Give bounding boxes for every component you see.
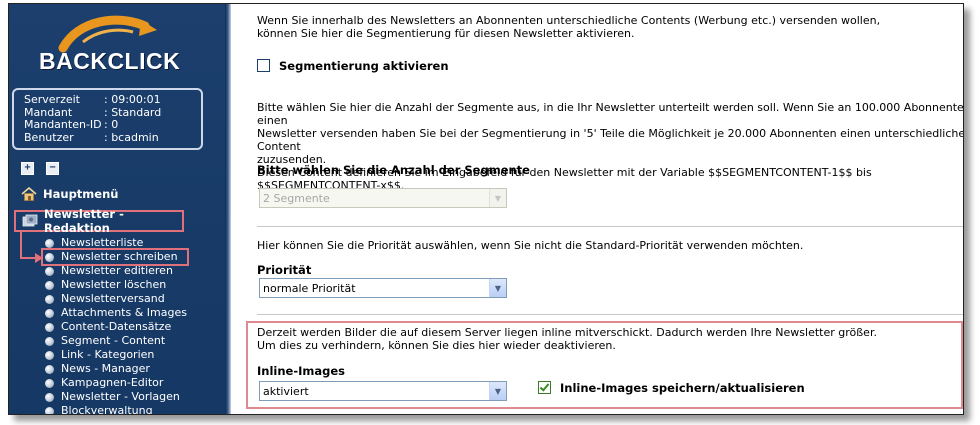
bullet-icon [45,364,54,374]
submenu-item[interactable]: Newsletterliste [45,236,187,250]
submenu-item-active[interactable]: Newsletter schreiben [41,248,189,266]
submenu-label: Newsletter schreiben [61,250,178,263]
segment-count-label: Bitte wählen Sie die Anzahl der Segmente [257,163,530,177]
submenu-item[interactable]: News - Manager [45,362,187,376]
text-line: Bitte wählen Sie hier die Anzahl der Seg… [257,101,964,127]
bullet-icon [45,322,54,332]
submenu-label: Newsletterliste [61,236,144,249]
submenu-item[interactable]: Newsletter - Vorlagen [45,390,187,404]
info-key: Benutzer [24,130,74,144]
chevron-down-icon[interactable]: ▼ [489,279,506,297]
submenu-label: Attachments & Images [61,306,187,319]
submenu-item[interactable]: Segment - Content [45,334,187,348]
submenu-item[interactable]: Content-Datensätze [45,320,187,334]
info-key: Mandanten-ID [24,118,102,131]
bullet-icon [45,336,54,346]
newsletter-section-icon [22,214,38,228]
sidebar: BACKCLICK Serverzeit : 09:00:01 Mandant … [9,4,225,414]
text-line: Newsletter versenden haben Sie bei der S… [257,127,964,153]
main-content: Wenn Sie innerhalb des Newsletters an Ab… [231,4,963,414]
info-value: : 0 [104,118,119,131]
inline-images-help: Derzeit werden Bilder die auf diesem Ser… [257,326,947,352]
select-value: aktiviert [263,384,309,398]
logo-text: BACKCLICK [39,48,181,74]
bullet-icon [45,294,54,304]
section-newsletter-redaktion[interactable]: Newsletter - Redaktion [14,207,184,235]
annotation-connector [20,232,22,258]
segment-checkbox[interactable] [257,59,270,72]
session-info-box: Serverzeit : 09:00:01 Mandant : Standard… [12,88,203,150]
backclick-logo[interactable]: BACKCLICK [23,12,193,82]
bullet-icon [45,406,54,414]
info-key: Serverzeit [24,93,80,106]
home-icon [21,186,37,201]
inline-save-checkbox[interactable] [538,381,551,394]
app-frame: BACKCLICK Serverzeit : 09:00:01 Mandant … [8,3,964,415]
segment-checkbox-label[interactable]: Segmentierung aktivieren [279,59,449,73]
inline-images-select[interactable]: aktiviert ▼ [259,381,507,401]
bullet-icon [45,266,54,276]
submenu-label: Link - Kategorien [61,348,155,361]
priority-help: Hier können Sie die Priorität auswählen,… [257,239,804,252]
segment-count-select: 2 Segmente ▼ [259,188,507,208]
text-line: Wenn Sie innerhalb des Newsletters an Ab… [257,14,881,27]
annotation-arrow-icon [35,253,43,263]
section-label: Newsletter - Redaktion [44,207,124,235]
info-mandant-id: Mandanten-ID : 0 [24,118,201,132]
divider [257,314,963,315]
submenu-item[interactable]: Newsletter löschen [45,278,187,292]
submenu-item[interactable]: Attachments & Images [45,306,187,320]
submenu-item[interactable]: Link - Kategorien [45,348,187,362]
bullet-icon [45,238,54,248]
text-line: Um dies zu verhindern, können Sie dies h… [257,339,616,352]
main-menu-label: Hauptmenü [43,187,119,201]
priority-label: Priorität [257,263,312,277]
text-line: Derzeit werden Bilder die auf diesem Ser… [257,326,877,339]
bullet-icon [45,280,54,290]
bullet-icon [45,378,54,388]
segment-intro-text: Wenn Sie innerhalb des Newsletters an Ab… [257,14,947,40]
submenu-label: Kampagnen-Editor [61,376,164,389]
chevron-down-icon[interactable]: ▼ [489,382,506,400]
select-value: normale Priorität [263,281,356,295]
bullet-icon [45,308,54,318]
bullet-icon [45,252,54,262]
bullet-icon [45,392,54,402]
collapse-all-button[interactable]: − [46,162,59,175]
chevron-down-icon: ▼ [489,189,506,207]
submenu-label: Newsletter editieren [61,264,173,277]
main-menu-link[interactable]: Hauptmenü [21,186,119,201]
submenu-label: Newsletterversand [61,292,165,305]
info-value: : 09:00:01 [104,93,161,106]
submenu-label: Newsletter löschen [61,278,167,291]
submenu-label: Blockverwaltung [61,404,153,415]
newsletter-submenu: Newsletterliste Newsletter schreiben New… [41,236,189,415]
segment-count-help: Bitte wählen Sie hier die Anzahl der Seg… [257,101,964,192]
submenu-item[interactable]: Newsletter editieren [45,264,187,278]
submenu-label: News - Manager [61,362,150,375]
submenu-label: Content-Datensätze [61,320,172,333]
inline-images-label: Inline-Images [257,364,346,378]
info-value: : bcadmin [104,130,159,144]
info-server-time: Serverzeit : 09:00:01 [24,93,201,107]
inline-save-label[interactable]: Inline-Images speichern/aktualisieren [560,381,805,395]
inline-save-checkbox-row[interactable]: Inline-Images speichern/aktualisieren [538,381,805,395]
submenu-label: Newsletter - Vorlagen [61,390,180,403]
segment-checkbox-row[interactable]: Segmentierung aktivieren [257,59,947,73]
bullet-icon [45,350,54,360]
submenu-item[interactable]: Kampagnen-Editor [45,376,187,390]
priority-select[interactable]: normale Priorität ▼ [259,278,507,298]
info-user: Benutzer : bcadmin [24,130,201,145]
expand-all-button[interactable]: + [21,162,34,175]
submenu-label: Segment - Content [61,334,166,347]
submenu-item[interactable]: Blockverwaltung [45,404,187,415]
select-value: 2 Segmente [263,191,330,205]
divider [257,226,963,227]
text-line: können Sie hier die Segmentierung für di… [257,27,635,40]
submenu-item[interactable]: Newsletterversand [45,292,187,306]
